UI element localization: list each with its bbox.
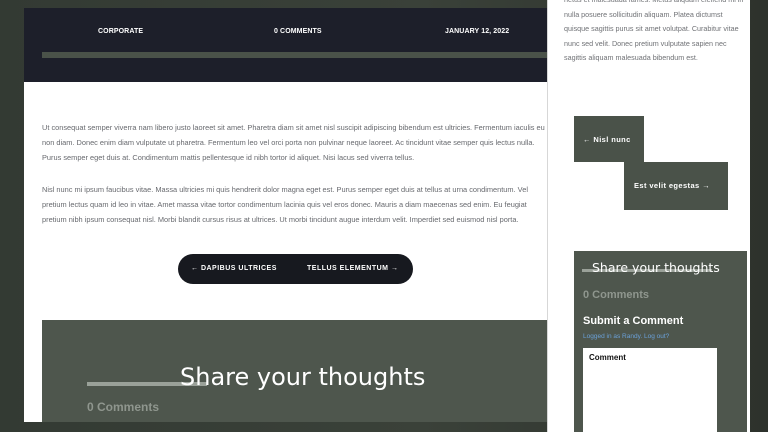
panel-next-label: Est velit egestas →: [634, 181, 710, 190]
post-meta-header: CORPORATE 0 COMMENTS JANUARY 12, 2022: [24, 8, 570, 82]
panel-comments-title: Share your thoughts: [592, 260, 720, 275]
previous-post-link[interactable]: ← DAPIBUS ULTRICES: [191, 265, 277, 272]
post-date: JANUARY 12, 2022: [445, 28, 510, 35]
header-divider: [42, 52, 570, 58]
comment-field-label: Comment: [589, 353, 626, 362]
next-post-link[interactable]: TELLUS ELEMENTUM →: [307, 265, 398, 272]
post-navigation: ← DAPIBUS ULTRICES TELLUS ELEMENTUM →: [178, 254, 413, 284]
panel-previous-label: ← Nisl nunc: [583, 135, 631, 144]
comments-count: 0 Comments: [87, 400, 160, 414]
body-paragraph: Nisl nunc mi ipsum faucibus vitae. Massa…: [42, 185, 528, 224]
mobile-preview-panel: netus et malesuada fames. Metus aliquam …: [547, 0, 750, 432]
panel-next-post-button[interactable]: Est velit egestas →: [624, 162, 728, 210]
logged-in-as-link[interactable]: Logged in as Randy.: [583, 333, 642, 340]
login-status: Logged in as Randy. Log out?: [583, 333, 669, 340]
panel-comments-count: 0 Comments: [583, 289, 650, 301]
blog-post-page: CORPORATE 0 COMMENTS JANUARY 12, 2022 Ut…: [24, 8, 570, 422]
log-out-link[interactable]: Log out?: [644, 333, 669, 340]
post-category-link[interactable]: CORPORATE: [98, 28, 143, 35]
panel-comments-section: Share your thoughts 0 Comments Submit a …: [574, 251, 747, 432]
body-paragraph: Ut consequat semper viverra nam libero j…: [42, 123, 545, 162]
submit-comment-heading: Submit a Comment: [583, 315, 684, 327]
comment-textarea[interactable]: Comment: [583, 348, 717, 432]
comments-title: Share your thoughts: [180, 363, 426, 391]
post-comments-link[interactable]: 0 COMMENTS: [274, 28, 322, 35]
panel-previous-post-button[interactable]: ← Nisl nunc: [574, 116, 644, 162]
comments-section: Share your thoughts 0 Comments: [42, 320, 570, 422]
panel-paragraph: netus et malesuada fames. Metus aliquam …: [564, 0, 743, 63]
